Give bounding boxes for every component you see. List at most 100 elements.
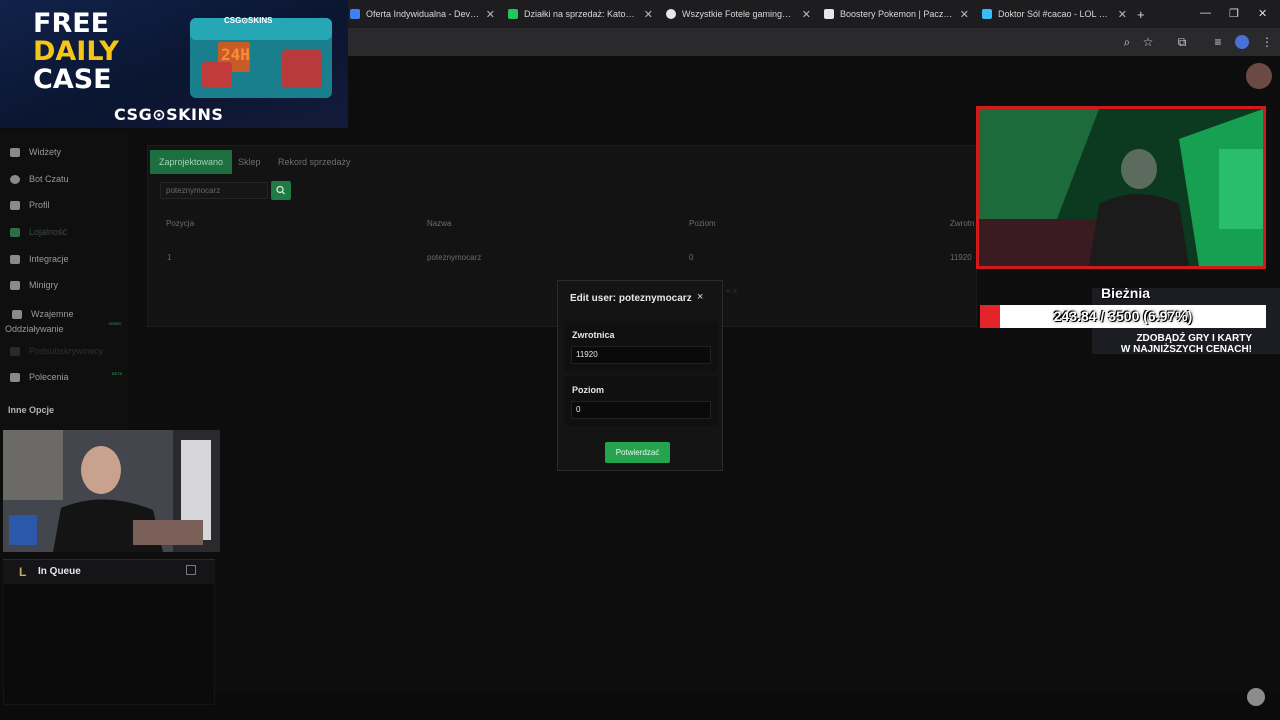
sidebar-item-label: Bot Czatu <box>29 174 69 184</box>
case-timer-label: 24H <box>221 45 250 64</box>
new-tab-button[interactable]: + <box>1137 4 1151 24</box>
return-field-label: Zwrotnica <box>572 330 615 340</box>
search-button[interactable] <box>271 181 291 200</box>
users-icon <box>10 372 20 382</box>
music-icon <box>12 310 22 320</box>
cell-name: poteznymocarz <box>427 253 482 262</box>
level-field-group: Poziom 0 <box>564 376 718 426</box>
tab-favicon-icon <box>824 9 834 19</box>
profile-card-icon <box>10 200 20 210</box>
sidebar-item-referrals[interactable]: Polecenia <box>10 372 69 382</box>
sidebar-item-profile[interactable]: Profil <box>10 200 50 210</box>
sidebar-item-subscribers[interactable]: Podsubskrywowcy <box>10 346 103 356</box>
sidebar-item-label: Widżety <box>29 147 62 157</box>
close-icon[interactable]: × <box>697 291 703 303</box>
browser-tab[interactable]: Wszystkie Fotele gamingowe | ✕ <box>666 4 811 24</box>
webcam-image <box>979 109 1263 266</box>
return-field-group: Zwrotnica 11920 <box>564 321 718 371</box>
column-header-return: Zwrotn <box>950 219 975 228</box>
beta-badge: BETA <box>112 371 123 376</box>
browser-tab[interactable]: Doktor Sól #cacao - LOL STATS ✕ <box>982 4 1127 24</box>
confirm-button[interactable]: Potwierdzać <box>605 442 670 463</box>
edit-user-modal: Edit user: poteznymocarz × Zwrotnica 119… <box>557 280 723 471</box>
tab-favicon-icon <box>982 9 992 19</box>
cell-level: 0 <box>689 253 694 262</box>
close-tab-icon[interactable]: ✕ <box>644 8 653 21</box>
promo-banner: FREE DAILY CASE CSG⊙SKINS 24H CSG⊙SKINS <box>0 0 348 128</box>
bot-icon <box>10 174 20 184</box>
sidebar-item-integrations[interactable]: Integracje <box>10 254 69 264</box>
case-brand-label: CSG⊙SKINS <box>224 16 273 25</box>
goal-progress-bar: 243.84 / 3500 (6.97%) <box>980 305 1266 328</box>
sidebar-item-widgets[interactable]: Widżety <box>10 147 61 157</box>
restore-icon[interactable]: ❐ <box>1229 7 1239 20</box>
queue-status: L In Queue <box>3 559 215 583</box>
star-icon[interactable]: ☆ <box>1141 35 1155 49</box>
media-icon[interactable]: ≡ <box>1211 35 1225 49</box>
widgets-icon <box>10 147 20 157</box>
tab-title: Doktor Sól #cacao - LOL STATS <box>998 9 1112 19</box>
promo-brand: CSG⊙SKINS <box>114 105 224 124</box>
tab-shop[interactable]: Sklep <box>229 150 270 174</box>
new-badge: NOWY <box>109 321 122 326</box>
browser-tab[interactable]: Oferta Indywidualna - Develoc ✕ <box>350 4 495 24</box>
browser-tab[interactable]: Boostery Pokemon | Paczki kar ✕ <box>824 4 969 24</box>
tab-favicon-icon <box>350 9 360 19</box>
user-avatar[interactable] <box>1246 63 1272 89</box>
tab-sales-record[interactable]: Rekord sprzedaży <box>269 150 360 174</box>
column-header-name: Nazwa <box>427 219 452 228</box>
queue-panel <box>3 583 215 705</box>
ad-line-1: ZDOBĄDŹ GRY I KARTY <box>1136 333 1252 344</box>
gamepad-icon <box>10 280 20 290</box>
close-tab-icon[interactable]: ✕ <box>1118 8 1127 21</box>
tab-title: Boostery Pokemon | Paczki kar <box>840 9 954 19</box>
tab-favicon-icon <box>666 9 676 19</box>
search-icon <box>276 185 285 195</box>
menu-icon[interactable]: ⋮ <box>1260 35 1274 49</box>
promo-line-free: FREE <box>33 8 110 39</box>
sidebar: Widżety Bot Czatu Profil Lojalność Integ… <box>0 130 128 430</box>
trophy-icon <box>10 227 20 237</box>
sidebar-item-label: Minigry <box>29 280 59 290</box>
goal-title: Bieżnia <box>1101 285 1151 301</box>
sidebar-section-title: Inne Opcje <box>8 405 55 415</box>
level-field-label: Poziom <box>572 385 605 395</box>
column-header-position: Pozycja <box>166 219 195 228</box>
expand-icon[interactable] <box>186 565 196 575</box>
sidebar-item-chatbot[interactable]: Bot Czatu <box>10 174 69 184</box>
queue-label: In Queue <box>38 566 81 577</box>
sidebar-item-interactions[interactable]: Wzajemne Oddziaływanie <box>5 307 105 337</box>
close-tab-icon[interactable]: ✕ <box>802 8 811 21</box>
minimize-icon[interactable]: — <box>1200 7 1211 19</box>
tab-title: Wszystkie Fotele gamingowe | <box>682 9 796 19</box>
promo-line-case: CASE <box>33 64 112 95</box>
sidebar-item-label: Lojalność <box>29 227 68 237</box>
integrations-icon <box>10 254 20 264</box>
subscribers-icon <box>10 346 20 356</box>
return-field[interactable]: 11920 <box>571 346 711 364</box>
sidebar-item-minigames[interactable]: Minigry <box>10 280 58 290</box>
sidebar-item-loyalty[interactable]: Lojalność <box>10 227 67 237</box>
search-input[interactable]: poteznymocarz <box>160 182 268 199</box>
cell-position: 1 <box>167 253 172 262</box>
sidebar-item-label: Podsubskrywowcy <box>29 346 104 356</box>
zoom-icon[interactable]: ⌕ <box>1120 35 1134 49</box>
webcam-top <box>976 106 1266 269</box>
ad-line-2: W NAJNIŻSZYCH CENACH! <box>1120 344 1252 355</box>
tab-designed[interactable]: Zaprojektowano <box>150 150 233 174</box>
tab-title: Działki na sprzedaż: Katowice, ś <box>524 9 638 19</box>
extensions-icon[interactable]: ⧉ <box>1175 35 1189 49</box>
pagination[interactable]: « » <box>726 286 737 295</box>
tab-title: Oferta Indywidualna - Develoc <box>366 9 480 19</box>
webcam-bottom <box>3 430 220 552</box>
sidebar-item-label: Polecenia <box>29 372 69 382</box>
promo-line-daily: DAILY <box>33 36 119 67</box>
browser-tab[interactable]: Działki na sprzedaż: Katowice, ś ✕ <box>508 4 653 24</box>
close-tab-icon[interactable]: ✕ <box>486 8 495 21</box>
sidebar-item-label: Integracje <box>29 254 69 264</box>
modal-title: Edit user: poteznymocarz <box>570 293 692 304</box>
level-field[interactable]: 0 <box>571 401 711 419</box>
close-window-icon[interactable]: ✕ <box>1258 7 1267 20</box>
close-tab-icon[interactable]: ✕ <box>960 8 969 21</box>
profile-icon[interactable] <box>1235 35 1249 49</box>
